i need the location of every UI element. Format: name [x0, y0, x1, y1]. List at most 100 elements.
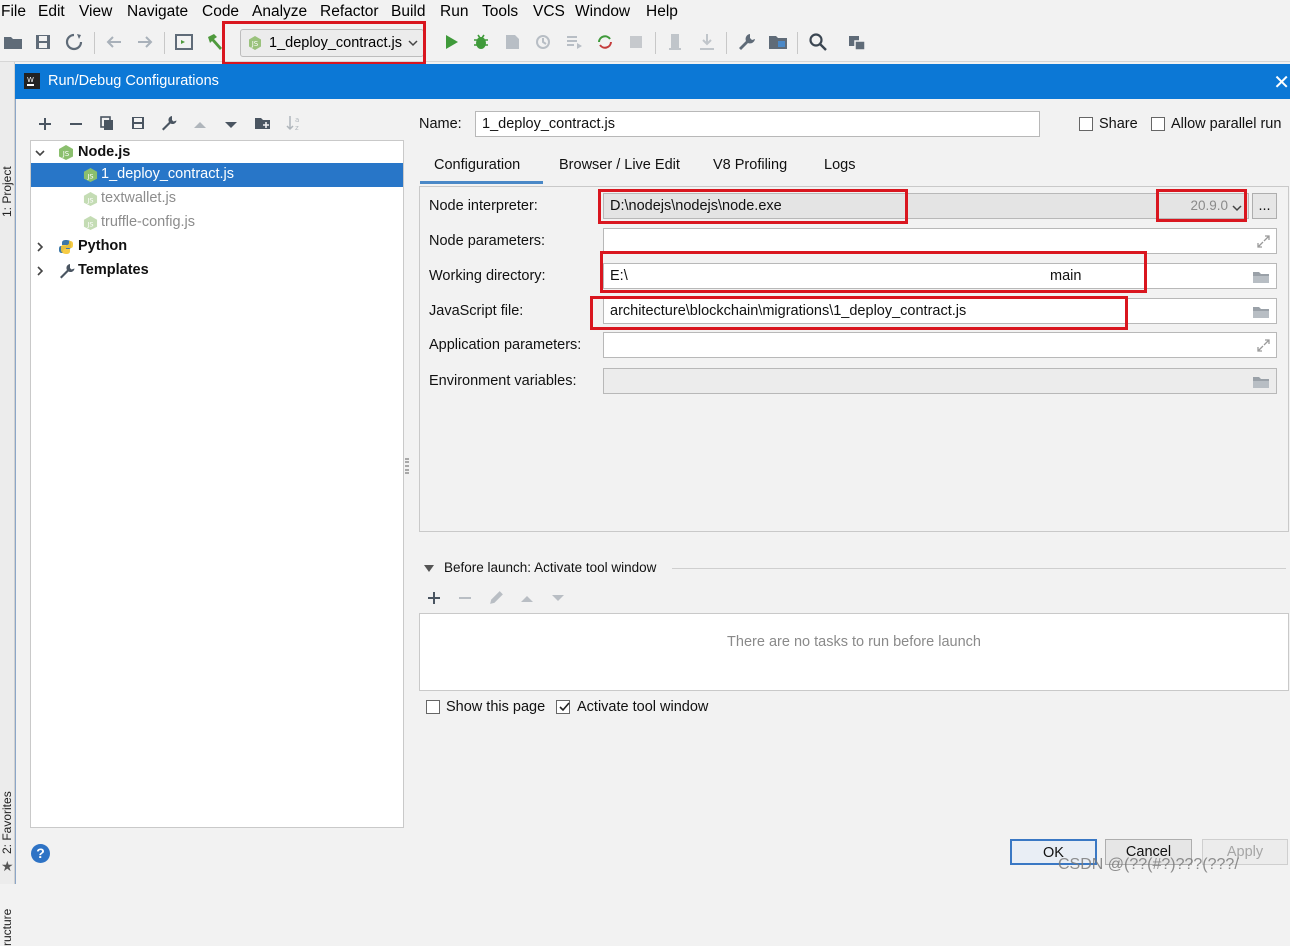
working-directory-input[interactable]: E:\ main: [603, 263, 1277, 289]
chevron-right-icon[interactable]: [35, 242, 45, 252]
remove-icon[interactable]: [68, 116, 84, 132]
profile-icon[interactable]: [532, 31, 554, 53]
vcs-commit-icon[interactable]: [696, 31, 718, 53]
menu-build[interactable]: Build: [391, 3, 425, 21]
forward-arrow-icon[interactable]: [134, 31, 156, 53]
nodejs-icon: JS: [249, 36, 261, 50]
svg-text:z: z: [295, 124, 299, 132]
stop-icon[interactable]: [625, 31, 647, 53]
menu-code[interactable]: Code: [202, 3, 239, 21]
application-parameters-label: Application parameters:: [429, 337, 582, 353]
svg-text:JS: JS: [86, 220, 93, 228]
run-list-icon[interactable]: [563, 31, 585, 53]
menu-help[interactable]: Help: [646, 3, 678, 21]
tree-item-textwallet[interactable]: JS textwallet.js: [31, 187, 403, 211]
vcs-update-icon[interactable]: [665, 31, 687, 53]
chevron-right-icon[interactable]: [35, 266, 45, 276]
chevron-down-icon[interactable]: [35, 148, 45, 158]
menu-refactor[interactable]: Refactor: [320, 3, 379, 21]
tree-item-truffle-config[interactable]: JS truffle-config.js: [31, 211, 403, 235]
menu-run[interactable]: Run: [440, 3, 468, 21]
copy-icon[interactable]: [99, 115, 115, 131]
menu-window[interactable]: Window: [575, 3, 630, 21]
add-task-icon[interactable]: [426, 590, 442, 606]
tree-item-deploy-contract[interactable]: JS 1_deploy_contract.js: [31, 163, 403, 187]
nodejs-file-icon: JS: [83, 215, 98, 231]
splitter-handle[interactable]: [405, 458, 409, 474]
close-icon[interactable]: ✕: [1273, 70, 1290, 95]
folder-icon[interactable]: [1252, 270, 1270, 284]
expand-icon[interactable]: [1257, 339, 1270, 352]
expand-icon[interactable]: [1257, 235, 1270, 248]
sync-icon[interactable]: [63, 31, 85, 53]
share-checkbox[interactable]: [1079, 117, 1093, 131]
allow-parallel-checkbox[interactable]: [1151, 117, 1165, 131]
browse-interpreter-button[interactable]: ...: [1252, 193, 1277, 219]
environment-variables-input[interactable]: [603, 368, 1277, 394]
nodejs-file-icon: JS: [83, 191, 98, 207]
add-icon[interactable]: [37, 116, 53, 132]
folder-icon[interactable]: [1252, 375, 1270, 389]
tree-node-python[interactable]: Python: [31, 235, 403, 259]
run-icon[interactable]: [440, 31, 462, 53]
menu-navigate[interactable]: Navigate: [127, 3, 188, 21]
javascript-file-input[interactable]: architecture\blockchain\migrations\1_dep…: [603, 298, 1277, 324]
node-parameters-input[interactable]: [603, 228, 1277, 254]
menu-file[interactable]: File: [1, 3, 26, 21]
tab-browser-live-edit[interactable]: Browser / Live Edit: [559, 157, 680, 173]
coverage-icon[interactable]: [501, 31, 523, 53]
menu-tools[interactable]: Tools: [482, 3, 518, 21]
remove-task-icon[interactable]: [457, 590, 473, 606]
folder-icon[interactable]: [1252, 305, 1270, 319]
menu-edit[interactable]: Edit: [38, 3, 65, 21]
save-config-icon[interactable]: [130, 115, 146, 131]
tab-logs[interactable]: Logs: [824, 157, 855, 173]
move-up-icon[interactable]: [192, 117, 208, 133]
node-interpreter-label: Node interpreter:: [429, 198, 538, 214]
help-icon[interactable]: ?: [31, 844, 50, 863]
tree-node-templates[interactable]: Templates: [31, 259, 403, 283]
project-structure-icon[interactable]: [767, 31, 789, 53]
debug-bug-icon[interactable]: [470, 31, 492, 53]
section-divider: [672, 568, 1286, 569]
activate-tool-window-checkbox[interactable]: [556, 700, 570, 714]
application-parameters-input[interactable]: [603, 332, 1277, 358]
menu-analyze[interactable]: Analyze: [252, 3, 307, 21]
collapse-triangle-icon[interactable]: [423, 564, 435, 574]
open-folder-icon[interactable]: [2, 31, 24, 53]
terminal-window-icon[interactable]: [173, 31, 195, 53]
plugin-icon[interactable]: [846, 31, 868, 53]
before-launch-task-list: There are no tasks to run before launch: [419, 613, 1289, 691]
save-icon[interactable]: [32, 31, 54, 53]
project-tool-tab[interactable]: 1: Project: [0, 166, 14, 217]
folder-add-icon[interactable]: [254, 115, 272, 131]
edit-task-pencil-icon[interactable]: [488, 589, 505, 606]
dialog-title-bar: W Run/Debug Configurations ✕: [15, 64, 1290, 99]
show-this-page-checkbox[interactable]: [426, 700, 440, 714]
build-hammer-icon[interactable]: [204, 31, 226, 53]
tree-label-nodejs: Node.js: [78, 144, 131, 160]
working-directory-value: E:\: [610, 268, 628, 284]
back-arrow-icon[interactable]: [103, 31, 125, 53]
node-interpreter-combo[interactable]: D:\nodejs\nodejs\node.exe 20.9.0: [603, 193, 1249, 219]
move-task-down-icon[interactable]: [550, 591, 566, 605]
rerun-icon[interactable]: [594, 31, 616, 53]
name-input[interactable]: 1_deploy_contract.js: [475, 111, 1040, 137]
tree-toolbar: az: [30, 110, 410, 138]
menu-view[interactable]: View: [79, 3, 112, 21]
edit-defaults-wrench-icon[interactable]: [161, 115, 177, 131]
ide-logo-icon: W: [24, 73, 40, 89]
move-task-up-icon[interactable]: [519, 591, 535, 605]
tab-v8-profiling[interactable]: V8 Profiling: [713, 157, 787, 173]
tab-configuration[interactable]: Configuration: [434, 157, 520, 173]
run-config-combo[interactable]: JS 1_deploy_contract.js: [240, 29, 424, 57]
menu-vcs[interactable]: VCS: [533, 3, 565, 21]
search-icon[interactable]: [807, 31, 829, 53]
move-down-icon[interactable]: [223, 117, 239, 133]
tree-node-nodejs[interactable]: JS Node.js: [31, 141, 403, 165]
favorites-tool-tab[interactable]: 2: Favorites: [0, 791, 14, 854]
wrench-icon[interactable]: [736, 31, 758, 53]
sort-az-icon[interactable]: az: [286, 114, 304, 132]
structure-tool-tab[interactable]: ructure: [0, 909, 14, 946]
svg-text:a: a: [295, 116, 299, 124]
